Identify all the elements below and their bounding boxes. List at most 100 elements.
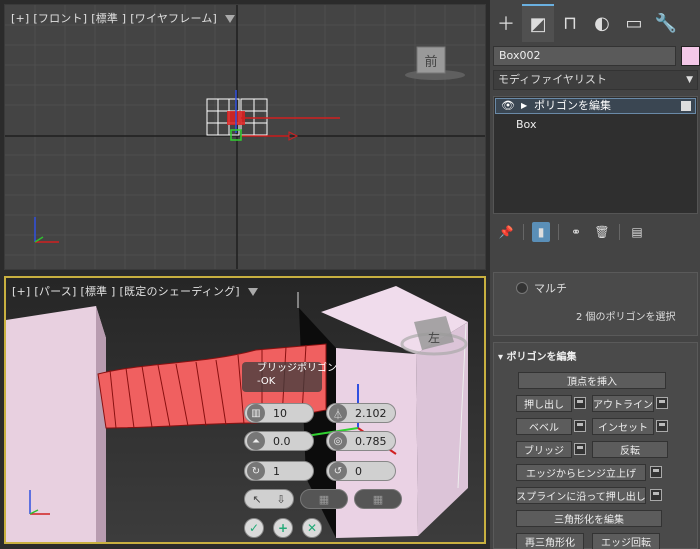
extrude-settings-icon[interactable] bbox=[574, 397, 586, 409]
twist2-field[interactable]: ↺ 0 bbox=[326, 461, 396, 481]
hierarchy-icon: ⊓ bbox=[562, 12, 578, 34]
pin-stack-icon[interactable]: 📌 bbox=[497, 222, 515, 242]
twist1-icon: ↻ bbox=[247, 462, 265, 480]
make-unique-icon[interactable]: ⚭ bbox=[567, 222, 585, 242]
viewport-menu-standard[interactable]: [標準 ] bbox=[91, 12, 126, 25]
persp-menu-view[interactable]: [パース] bbox=[34, 285, 76, 298]
persp-filter-icon[interactable] bbox=[247, 288, 258, 296]
modifier-stack[interactable]: 👁 ▶ ポリゴンを編集 Box bbox=[493, 96, 698, 214]
edit-polygons-header[interactable]: ▾ ポリゴンを編集 bbox=[498, 348, 577, 363]
cancel-x-button[interactable]: ✕ bbox=[302, 518, 322, 538]
extrude-along-spline-button[interactable]: スプラインに沿って押し出し bbox=[516, 487, 646, 504]
object-name-field[interactable]: Box002 bbox=[493, 46, 676, 66]
eye-icon[interactable]: 👁 bbox=[501, 99, 515, 113]
dropdown-arrow-icon: ▼ bbox=[686, 75, 693, 85]
twist2-value[interactable]: 0 bbox=[355, 465, 362, 478]
object-color-swatch[interactable] bbox=[681, 46, 700, 66]
twist2-icon: ↺ bbox=[329, 462, 347, 480]
expand-triangle-icon[interactable]: ▶ bbox=[521, 99, 527, 113]
segments-value[interactable]: 10 bbox=[273, 407, 287, 420]
configure-sets-icon[interactable]: ▤ bbox=[628, 222, 646, 242]
command-panel: ＋ ◩ ⊓ ◐ ▭ 🔧 Box002 モディファイヤリスト ▼ 👁 ▶ ポリゴン… bbox=[490, 0, 700, 549]
extrude-spline-settings-icon[interactable] bbox=[650, 489, 662, 501]
caddy-title-line1: ブリッジポリゴン bbox=[257, 363, 337, 374]
stack-item-checkbox[interactable] bbox=[681, 101, 691, 111]
viewport-menu-shading[interactable]: [ワイヤフレーム] bbox=[130, 12, 217, 25]
modify-tab[interactable]: ◩ bbox=[522, 4, 554, 42]
front-viewport-label[interactable]: [+] [フロント] [標準 ] [ワイヤフレーム] bbox=[11, 10, 236, 26]
ok-check-button[interactable]: ✓ bbox=[244, 518, 264, 538]
monitor-icon: ▭ bbox=[625, 12, 643, 34]
stack-toolbar: 📌 ▮ ⚭ 🗑 ▤ bbox=[493, 220, 698, 244]
caddy-title: ブリッジポリゴン -OK bbox=[257, 362, 337, 388]
edit-polygons-title: ポリゴンを編集 bbox=[506, 352, 577, 363]
utilities-tab[interactable]: 🔧 bbox=[650, 4, 682, 42]
multi-radio-dot[interactable] bbox=[516, 282, 528, 294]
persp-menu-plus[interactable]: [+] bbox=[12, 285, 30, 298]
stack-item-edit-poly[interactable]: 👁 ▶ ポリゴンを編集 bbox=[495, 98, 696, 114]
twist1-field[interactable]: ↻ 1 bbox=[244, 461, 314, 481]
retriangulate-button[interactable]: 再三角形化 bbox=[516, 533, 584, 549]
stack-item-label: ポリゴンを編集 bbox=[534, 99, 611, 112]
filter-icon[interactable] bbox=[225, 15, 236, 23]
extrude-button[interactable]: 押し出し bbox=[516, 395, 572, 412]
command-panel-tabs: ＋ ◩ ⊓ ◐ ▭ 🔧 bbox=[490, 4, 700, 42]
outline-button[interactable]: アウトライン bbox=[592, 395, 654, 412]
motion-tab[interactable]: ◐ bbox=[586, 4, 618, 42]
bias-value[interactable]: 0.0 bbox=[273, 435, 291, 448]
insert-vertex-button[interactable]: 頂点を挿入 bbox=[518, 372, 666, 389]
modify-tab-icon: ◩ bbox=[529, 13, 547, 35]
bridge-button[interactable]: ブリッジ bbox=[516, 441, 572, 458]
pick-polygon-1-button[interactable]: ▦ bbox=[300, 489, 348, 509]
flip-button[interactable]: 反転 bbox=[592, 441, 668, 458]
inset-button[interactable]: インセット bbox=[592, 418, 654, 435]
multi-label: マルチ bbox=[534, 282, 567, 295]
turn-button[interactable]: エッジ回転 bbox=[592, 533, 660, 549]
viewport-menu-view[interactable]: [フロント] bbox=[33, 12, 87, 25]
stack-item-box[interactable]: Box bbox=[516, 118, 536, 131]
modifier-list-label: モディファイヤリスト bbox=[498, 73, 607, 86]
edit-triangulation-button[interactable]: 三角形化を編集 bbox=[516, 510, 662, 527]
hierarchy-tab[interactable]: ⊓ bbox=[554, 4, 586, 42]
apply-plus-button[interactable]: + bbox=[273, 518, 293, 538]
left-box bbox=[6, 306, 106, 542]
multi-radio[interactable]: マルチ bbox=[516, 280, 567, 296]
x-icon: ✕ bbox=[306, 521, 318, 535]
smooth-field[interactable]: ◎ 0.785 bbox=[326, 431, 396, 451]
viewport-menu-plus[interactable]: [+] bbox=[11, 12, 29, 25]
bridge-settings-icon[interactable] bbox=[574, 443, 586, 455]
modifier-list-dropdown[interactable]: モディファイヤリスト ▼ bbox=[493, 70, 698, 90]
front-grid bbox=[5, 5, 485, 269]
check-icon: ✓ bbox=[248, 521, 260, 535]
perspective-viewport-label[interactable]: [+] [パース] [標準 ] [既定のシェーディング] bbox=[12, 283, 258, 299]
motion-icon: ◐ bbox=[594, 12, 610, 34]
taper-icon: ⏃ bbox=[329, 404, 347, 422]
persp-menu-standard[interactable]: [標準 ] bbox=[80, 285, 115, 298]
display-tab[interactable]: ▭ bbox=[618, 4, 650, 42]
front-viewport[interactable]: 前 [+] [フロント] [標準 ] [ワイヤフレーム] bbox=[4, 4, 486, 270]
bias-field[interactable]: ⏶ 0.0 bbox=[244, 431, 314, 451]
pick-edges-button[interactable]: ↖ ⇩ bbox=[244, 489, 294, 509]
polygon2-icon: ▦ bbox=[372, 492, 384, 506]
show-end-result-icon[interactable]: ▮ bbox=[532, 222, 550, 242]
wrench-icon: 🔧 bbox=[654, 12, 678, 34]
bias-icon: ⏶ bbox=[247, 432, 265, 450]
bevel-settings-icon[interactable] bbox=[574, 420, 586, 432]
bevel-button[interactable]: ベベル bbox=[516, 418, 572, 435]
create-tab[interactable]: ＋ bbox=[490, 4, 522, 42]
hinge-settings-icon[interactable] bbox=[650, 466, 662, 478]
twist1-value[interactable]: 1 bbox=[273, 465, 280, 478]
smooth-value[interactable]: 0.785 bbox=[355, 435, 387, 448]
plus-icon: + bbox=[277, 521, 289, 535]
plus-tab-icon: ＋ bbox=[497, 14, 515, 35]
trash-icon[interactable]: 🗑 bbox=[593, 222, 611, 242]
taper-value[interactable]: 2.102 bbox=[355, 407, 387, 420]
taper-field[interactable]: ⏃ 2.102 bbox=[326, 403, 396, 423]
pick-polygon-2-button[interactable]: ▦ bbox=[354, 489, 402, 509]
persp-menu-shading[interactable]: [既定のシェーディング] bbox=[120, 285, 240, 298]
inset-settings-icon[interactable] bbox=[656, 420, 668, 432]
segments-field[interactable]: ▥ 10 bbox=[244, 403, 314, 423]
front-viewport-canvas: 前 bbox=[5, 5, 485, 269]
hinge-from-edge-button[interactable]: エッジからヒンジ立上げ bbox=[516, 464, 646, 481]
outline-settings-icon[interactable] bbox=[656, 397, 668, 409]
